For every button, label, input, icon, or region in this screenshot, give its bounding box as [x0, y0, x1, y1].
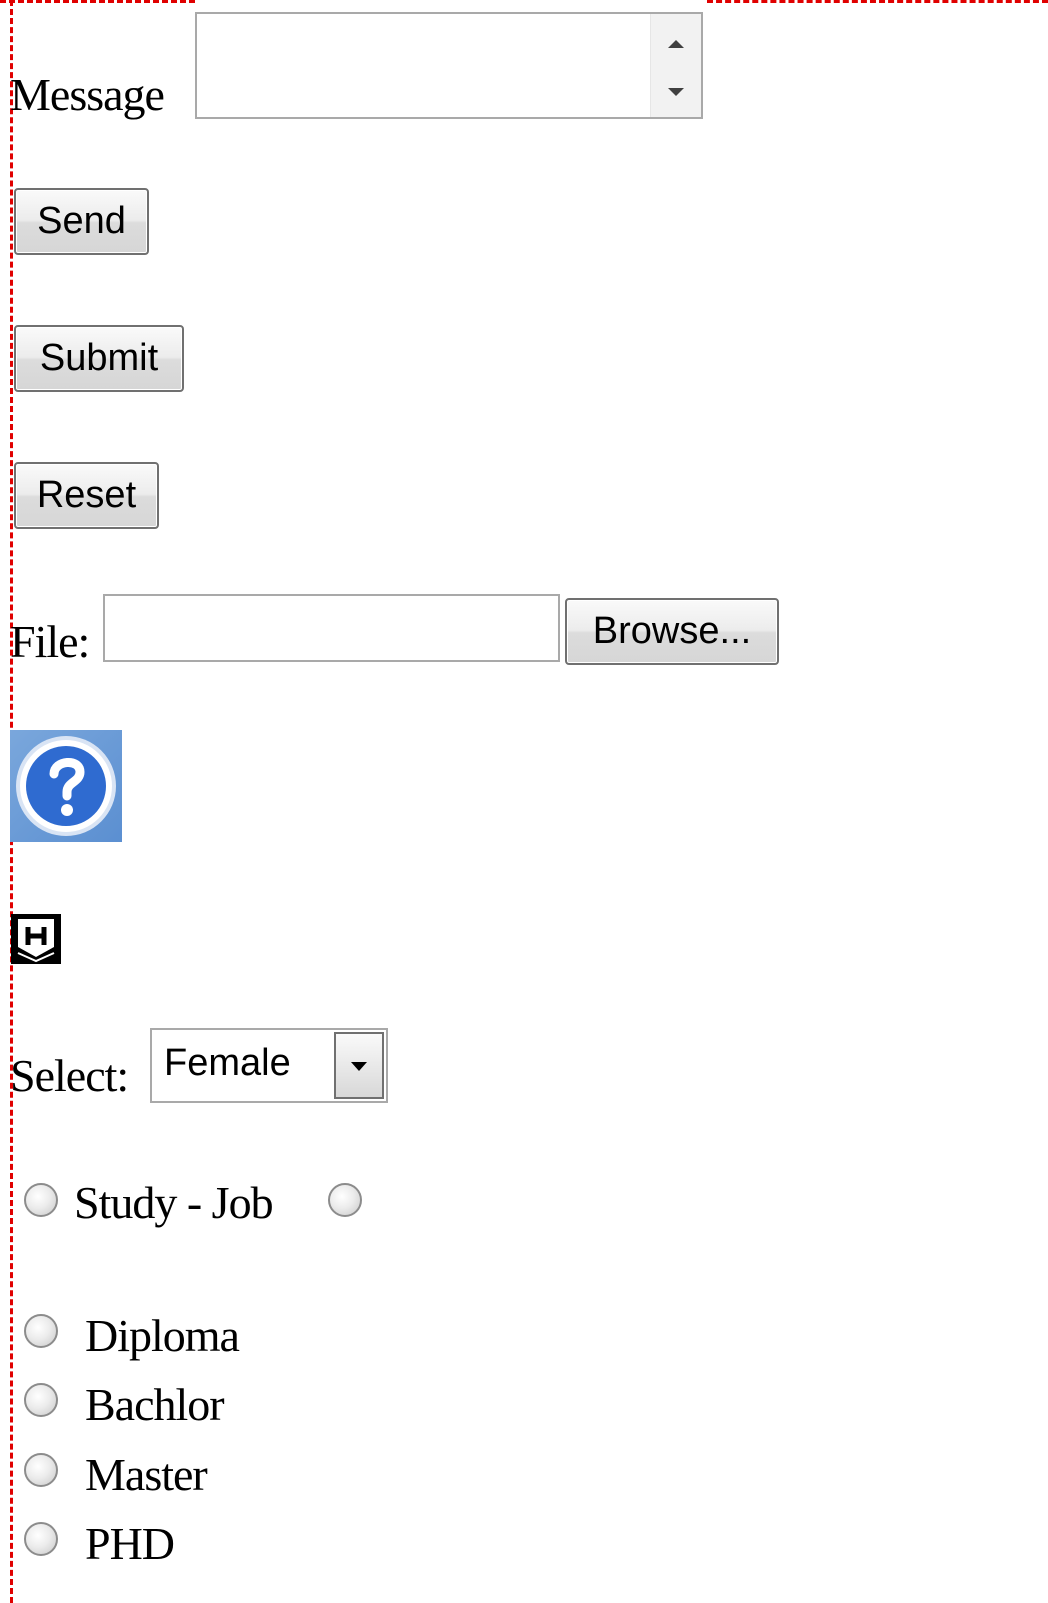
- option-label-master: Master: [85, 1449, 208, 1500]
- help-question-icon[interactable]: [10, 730, 122, 842]
- select-label: Select:: [10, 1050, 129, 1101]
- frame-border-top-right: [707, 0, 1048, 3]
- scroll-down-icon[interactable]: [668, 88, 684, 96]
- message-textarea[interactable]: [195, 12, 703, 119]
- option-label-bachlor: Bachlor: [85, 1379, 225, 1430]
- radio-master[interactable]: [24, 1453, 58, 1487]
- browse-button[interactable]: Browse...: [565, 598, 779, 665]
- option-label-phd: PHD: [85, 1518, 175, 1569]
- send-button[interactable]: Send: [14, 188, 149, 255]
- message-label: Message: [10, 69, 165, 120]
- option-label-diploma: Diploma: [85, 1310, 240, 1361]
- study-job-label: Study - Job: [74, 1177, 274, 1228]
- reset-button[interactable]: Reset: [14, 462, 159, 529]
- radio-bachlor[interactable]: [24, 1383, 58, 1417]
- h-shield-icon[interactable]: [10, 913, 62, 965]
- radio-job[interactable]: [328, 1183, 362, 1217]
- radio-study[interactable]: [24, 1183, 58, 1217]
- file-label: File:: [10, 616, 90, 667]
- frame-border-top: [0, 0, 195, 3]
- file-path-input[interactable]: [103, 594, 560, 662]
- scroll-up-icon[interactable]: [668, 40, 684, 48]
- submit-button[interactable]: Submit: [14, 325, 184, 392]
- select-value: Female: [164, 1042, 291, 1084]
- gender-select[interactable]: Female: [150, 1028, 388, 1103]
- radio-diploma[interactable]: [24, 1314, 58, 1348]
- chevron-down-icon[interactable]: [334, 1032, 384, 1099]
- radio-phd[interactable]: [24, 1522, 58, 1556]
- message-scrollbar[interactable]: [650, 14, 701, 117]
